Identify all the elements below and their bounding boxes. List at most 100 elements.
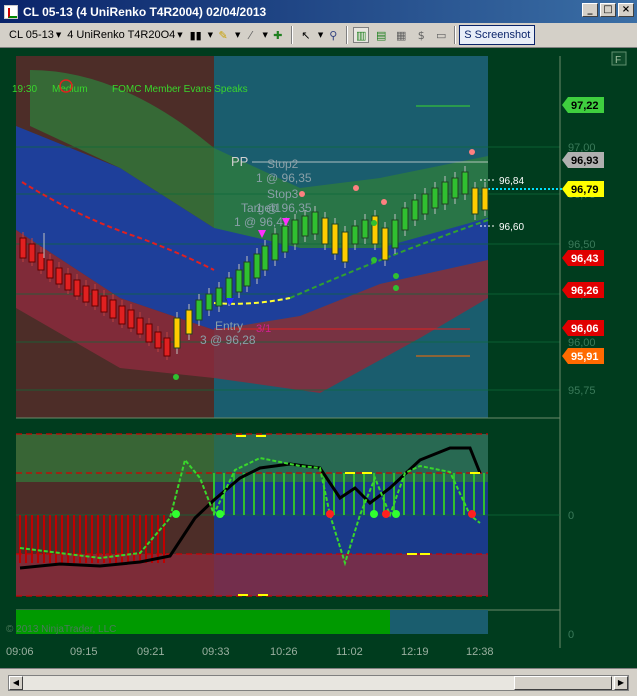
price-tag-value: 96,93 xyxy=(571,155,599,167)
candle-bar-down xyxy=(55,267,63,285)
time-label: 09:06 xyxy=(6,646,34,658)
candle-bar-up xyxy=(215,287,223,307)
horizontal-scrollbar[interactable]: ◀ ▶ xyxy=(8,675,629,691)
chevron-down-icon: ▼ xyxy=(55,31,62,39)
candle-bar-down xyxy=(64,273,72,291)
signal-dot xyxy=(173,374,179,380)
chevron-down-icon: ▼ xyxy=(177,31,183,39)
maximize-button[interactable]: □ xyxy=(600,3,616,17)
status-bar: ◀ ▶ xyxy=(0,668,637,696)
time-label: 12:19 xyxy=(401,646,429,658)
osc-upper-zone xyxy=(16,434,488,482)
candle-bar-down xyxy=(19,237,27,259)
toolbar-separator xyxy=(346,26,349,44)
chevron-down-icon: ▼ xyxy=(317,31,324,39)
strategies-icon[interactable]: ▦ xyxy=(393,27,409,43)
candle-bar-up xyxy=(331,223,339,255)
candle-bar-up xyxy=(401,207,409,231)
pencil-icon[interactable]: ✎ xyxy=(215,27,231,43)
inline-level-high: 96,84 xyxy=(499,176,524,187)
minimize-button[interactable]: _ xyxy=(582,3,598,17)
candle-bar-up xyxy=(481,187,489,211)
time-label: 10:26 xyxy=(270,646,298,658)
candle-bar-up xyxy=(351,225,359,245)
candle-bar-up xyxy=(411,199,419,221)
chevron-down-icon: ▼ xyxy=(235,31,241,39)
instrument-label: CL 05-13 xyxy=(9,29,54,41)
candle-bar-up xyxy=(235,269,243,293)
close-button[interactable]: × xyxy=(618,3,634,17)
screenshot-button[interactable]: S Screenshot xyxy=(459,25,536,45)
properties-icon[interactable]: $ xyxy=(413,27,429,43)
chart-app-icon xyxy=(4,4,18,19)
osc-signal-dot xyxy=(326,510,334,518)
pivot-label: PP xyxy=(231,154,248,169)
add-indicator-icon[interactable]: ✚ xyxy=(270,27,286,43)
candle-bar-up xyxy=(173,317,181,349)
candle-bar-up xyxy=(271,233,279,261)
candle-bar-up xyxy=(321,217,329,245)
entry-sub: 3 @ 96,28 xyxy=(200,333,256,347)
interval-selector[interactable]: 4 UniRenko T4R20O4 ▼ xyxy=(64,25,185,45)
copyright-text: © 2013 NinjaTrader, LLC xyxy=(6,624,116,635)
time-label: 09:15 xyxy=(70,646,98,658)
price-tag-value: 95,91 xyxy=(571,351,599,363)
inline-level-low: 96,60 xyxy=(499,222,524,233)
candle-bar-up xyxy=(361,219,369,239)
scroll-left-icon[interactable]: ◀ xyxy=(9,676,23,690)
panel-config-label: F xyxy=(615,55,621,66)
candle-bar-down xyxy=(100,295,108,313)
indicators-icon[interactable]: ▤ xyxy=(373,27,389,43)
toolbar-separator xyxy=(290,26,293,44)
scroll-thumb[interactable] xyxy=(514,676,612,690)
price-tag-value: 96,79 xyxy=(571,184,599,196)
candle-bar-down xyxy=(136,317,144,335)
zoom-icon[interactable]: ⚲ xyxy=(325,27,341,43)
candle-bar-down xyxy=(91,289,99,307)
price-tag-value: 96,26 xyxy=(571,285,599,297)
chart-canvas[interactable]: 19:30 Medium FOMC Member Evans Speaks F … xyxy=(0,48,637,668)
time-label: 12:38 xyxy=(466,646,494,658)
bar-style-icon[interactable]: ▮▮ xyxy=(188,27,204,43)
entry-label: Entry xyxy=(215,319,243,333)
candle-bar-up xyxy=(471,187,479,215)
interval-label: 4 UniRenko T4R20O4 xyxy=(67,29,176,41)
candle-bar-down xyxy=(154,331,162,349)
price-label: 95,75 xyxy=(568,385,596,397)
candle-bar-down xyxy=(73,279,81,297)
candle-bar-down xyxy=(82,285,90,303)
candle-bar-up xyxy=(311,211,319,235)
time-label: 09:21 xyxy=(137,646,165,658)
candle-bar-up xyxy=(291,219,299,245)
drawing-tool-icon[interactable]: ⁄ xyxy=(242,27,258,43)
scroll-right-icon[interactable]: ▶ xyxy=(614,676,628,690)
chart-toolbar: CL 05-13 ▼ 4 UniRenko T4R20O4 ▼ ▮▮ ▼ ✎ ▼ ⁄ ▼ … xyxy=(0,23,637,48)
candle-bar-down xyxy=(163,337,171,357)
osc-signal-dot xyxy=(370,510,378,518)
candle-bar-down xyxy=(118,305,126,325)
candle-bar-up xyxy=(441,181,449,205)
candle-bar-up xyxy=(301,215,309,237)
window-titlebar: CL 05-13 (4 UniRenko T4R2004) 02/04/2013… xyxy=(0,0,637,23)
instrument-selector[interactable]: CL 05-13 ▼ xyxy=(6,25,64,45)
stop3-label: Stop3 xyxy=(267,187,299,201)
chart-panel[interactable]: 19:30 Medium FOMC Member Evans Speaks F … xyxy=(0,48,637,668)
templates-icon[interactable]: ▭ xyxy=(433,27,449,43)
osc-signal-dot xyxy=(392,510,400,518)
price-tag-value: 96,06 xyxy=(571,323,599,335)
pointer-icon[interactable]: ↖ xyxy=(298,27,314,43)
target1-sub: 1 @ 96,41 xyxy=(234,215,290,229)
chart-trader-icon[interactable]: ▥ xyxy=(353,27,370,43)
candle-bar-up xyxy=(253,253,261,279)
volume-region-right xyxy=(390,610,488,634)
signal-dot xyxy=(393,273,399,279)
candle-bar-up xyxy=(185,309,193,335)
candle-bar-up xyxy=(461,171,469,195)
signal-dot xyxy=(393,285,399,291)
candle-bar-up xyxy=(225,277,233,301)
chevron-down-icon: ▼ xyxy=(207,31,214,39)
candle-bar-down xyxy=(127,309,135,329)
signal-dot xyxy=(469,149,475,155)
candle-bar-up xyxy=(341,231,349,263)
time-label: 09:33 xyxy=(202,646,230,658)
